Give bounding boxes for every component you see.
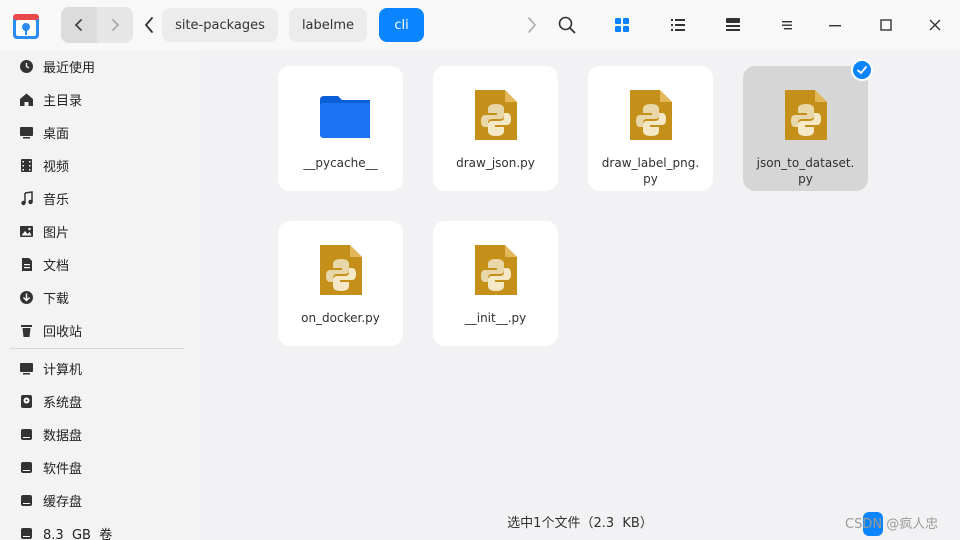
- file-name: __pycache__: [303, 156, 378, 170]
- video-icon: [18, 157, 34, 173]
- sidebar-item-label: 图片: [43, 225, 70, 241]
- sidebar-item-label: 数据盘: [43, 428, 83, 444]
- list-view-button[interactable]: [661, 8, 695, 42]
- disk-icon: [18, 426, 34, 442]
- file-tile-pycache[interactable]: __pycache__: [278, 66, 403, 191]
- sidebar-item-volume[interactable]: 8.3 GB 卷: [12, 519, 188, 540]
- file-tile-draw-label-png[interactable]: draw_label_png. py: [588, 66, 713, 191]
- grid-view-icon: [615, 18, 629, 32]
- document-icon: [18, 256, 34, 272]
- sidebar-item-label: 软件盘: [43, 461, 83, 477]
- breadcrumb-right-button[interactable]: [515, 8, 549, 42]
- sidebar-item-label: 最近使用: [43, 60, 96, 76]
- python-file-icon: [629, 90, 672, 140]
- folder-icon: [319, 96, 370, 138]
- sidebar-item-label: 文档: [43, 258, 70, 274]
- python-file-icon: [319, 245, 362, 295]
- search-icon: [558, 16, 576, 34]
- maximize-button[interactable]: [869, 8, 903, 42]
- desktop-icon: [18, 124, 34, 140]
- sidebar-item-cache-disk[interactable]: 缓存盘: [12, 486, 188, 514]
- close-button[interactable]: [918, 8, 952, 42]
- disk-icon: [18, 459, 34, 475]
- file-name: draw_label_png. py: [601, 156, 700, 186]
- file-name: on_docker.py: [301, 311, 380, 325]
- file-name: __init__.py: [464, 311, 527, 325]
- image-icon: [18, 223, 34, 239]
- sidebar-item-label: 主目录: [43, 93, 83, 109]
- menu-button[interactable]: [770, 8, 804, 42]
- file-tile-draw-json[interactable]: draw_json.py: [433, 66, 558, 191]
- sidebar-item-label: 桌面: [43, 126, 70, 142]
- minimize-button[interactable]: [818, 8, 852, 42]
- hamburger-menu-icon: [782, 21, 792, 30]
- forward-button[interactable]: [97, 7, 133, 43]
- sidebar-item-home[interactable]: 主目录: [12, 85, 188, 113]
- file-manager-icon[interactable]: [12, 10, 40, 40]
- home-icon: [18, 91, 34, 107]
- sidebar-item-downloads[interactable]: 下载: [12, 283, 188, 311]
- sidebar-item-label: 下载: [43, 291, 70, 307]
- file-manager-window: site-packages labelme cli 最近使用 主目录 桌面 视频…: [0, 0, 960, 540]
- sidebar-item-label: 音乐: [43, 192, 70, 208]
- search-button[interactable]: [550, 8, 584, 42]
- file-tile-on-docker[interactable]: on_docker.py: [278, 221, 403, 346]
- sidebar-divider: [10, 348, 184, 349]
- watermark-text: CSDN @疯人忠: [845, 517, 939, 532]
- sidebar-item-label: 视频: [43, 159, 70, 175]
- chevron-left-icon: [144, 17, 153, 33]
- sidebar-item-label: 回收站: [43, 324, 83, 340]
- system-disk-icon: [18, 393, 34, 409]
- chevron-right-icon: [528, 17, 537, 33]
- column-view-icon: [726, 18, 740, 31]
- python-file-icon: [784, 90, 827, 140]
- file-name: json_to_dataset. py: [756, 156, 855, 186]
- breadcrumb-left-button[interactable]: [140, 14, 158, 36]
- back-button[interactable]: [61, 7, 97, 43]
- file-tile-json-to-dataset[interactable]: json_to_dataset. py: [743, 66, 868, 191]
- python-file-icon: [474, 245, 517, 295]
- list-view-icon: [671, 19, 685, 31]
- sidebar-item-computer[interactable]: 计算机: [12, 354, 188, 382]
- breadcrumb-cli[interactable]: cli: [379, 8, 424, 42]
- sidebar-item-music[interactable]: 音乐: [12, 184, 188, 212]
- sidebar-item-recent[interactable]: 最近使用: [12, 52, 188, 80]
- sidebar-item-software-disk[interactable]: 软件盘: [12, 453, 188, 481]
- disk-icon: [18, 492, 34, 508]
- music-icon: [18, 190, 34, 206]
- tree-view-button[interactable]: [716, 8, 750, 42]
- chevron-left-icon: [74, 19, 82, 31]
- download-icon: [18, 289, 34, 305]
- close-icon: [929, 19, 941, 31]
- sidebar-item-label: 8.3 GB 卷: [43, 527, 113, 540]
- trash-icon: [18, 322, 34, 338]
- sidebar-item-video[interactable]: 视频: [12, 151, 188, 179]
- sidebar-item-desktop[interactable]: 桌面: [12, 118, 188, 146]
- sidebar: 最近使用 主目录 桌面 视频 音乐 图片 文档 下载 回收站 计算机 系统盘 数…: [0, 50, 200, 540]
- icon-view-button[interactable]: [605, 8, 639, 42]
- sidebar-item-documents[interactable]: 文档: [12, 250, 188, 278]
- python-file-icon: [474, 90, 517, 140]
- chevron-right-icon: [112, 19, 120, 31]
- maximize-icon: [880, 19, 892, 31]
- sidebar-item-label: 计算机: [43, 362, 83, 378]
- selection-checkmark[interactable]: [851, 59, 873, 81]
- file-tile-init[interactable]: __init__.py: [433, 221, 558, 346]
- sidebar-item-system-disk[interactable]: 系统盘: [12, 387, 188, 415]
- history-nav: [61, 7, 133, 43]
- file-name: draw_json.py: [456, 156, 535, 170]
- sidebar-item-trash[interactable]: 回收站: [12, 316, 188, 344]
- disk-icon: [18, 525, 34, 540]
- computer-icon: [18, 360, 34, 376]
- sidebar-item-label: 系统盘: [43, 395, 83, 411]
- checkmark-icon: [857, 66, 867, 75]
- sidebar-item-images[interactable]: 图片: [12, 217, 188, 245]
- minimize-icon: [829, 25, 841, 27]
- breadcrumb-site-packages[interactable]: site-packages: [162, 8, 278, 42]
- sidebar-item-data-disk[interactable]: 数据盘: [12, 420, 188, 448]
- title-bar: site-packages labelme cli: [0, 0, 960, 50]
- recent-icon: [18, 58, 34, 74]
- breadcrumb-labelme[interactable]: labelme: [289, 8, 367, 42]
- sidebar-item-label: 缓存盘: [43, 494, 83, 510]
